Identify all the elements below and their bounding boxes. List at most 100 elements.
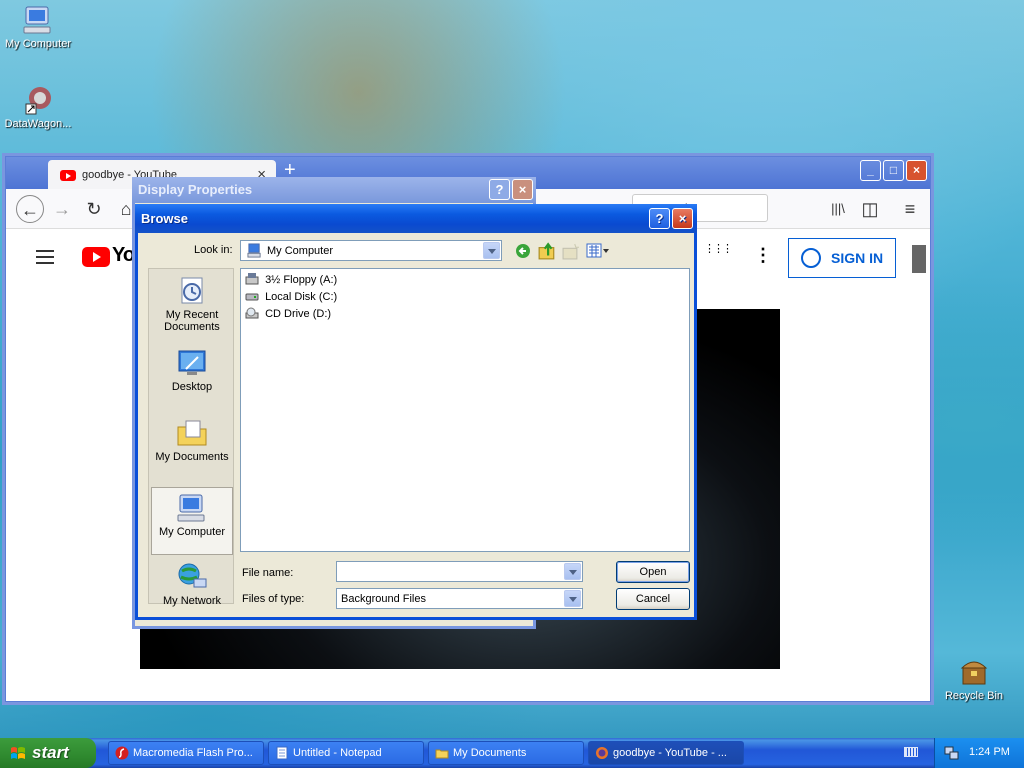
files-of-type-value: Background Files [341, 593, 426, 605]
desktop-icon-label: DataWagon... [4, 118, 72, 130]
my-computer-icon [177, 494, 205, 522]
place-label: My Documents [155, 451, 229, 463]
youtube-favicon-icon [60, 170, 76, 181]
places-bar: My Recent Documents Desktop My Documents [148, 268, 234, 607]
cancel-button[interactable]: Cancel [616, 588, 690, 610]
chevron-down-icon[interactable] [564, 590, 581, 607]
scrollbar-thumb[interactable] [912, 245, 926, 273]
look-in-label: Look in: [194, 244, 233, 256]
up-folder-icon[interactable] [538, 242, 556, 260]
keyboard-tray-icon[interactable] [904, 747, 918, 757]
place-my-network[interactable]: My Network [151, 561, 233, 607]
place-label: My Recent Documents [164, 309, 220, 333]
desktop-icon [178, 350, 206, 375]
notepad-icon [276, 746, 288, 760]
place-my-documents[interactable]: My Documents [151, 417, 233, 463]
back-arrow-icon[interactable] [515, 243, 531, 259]
file-item-label: Local Disk (C:) [265, 291, 338, 303]
file-name-label: File name: [242, 567, 294, 579]
my-network-icon [178, 563, 207, 588]
folder-icon [435, 749, 449, 759]
my-computer-icon [23, 6, 51, 34]
look-in-combo[interactable]: My Computer [240, 240, 502, 261]
new-folder-icon[interactable] [562, 243, 579, 260]
browse-dialog: Browse ? × Look in: My Computer My Recen… [135, 204, 697, 620]
task-label: Untitled - Notepad [293, 747, 382, 759]
start-label: start [32, 743, 69, 762]
my-documents-icon [177, 420, 207, 446]
place-label: My Computer [158, 526, 226, 538]
task-flash[interactable]: Macromedia Flash Pro... [108, 741, 264, 765]
browse-titlebar[interactable]: Browse ? × [135, 204, 697, 233]
library-icon[interactable]: |||\ [824, 195, 852, 223]
close-button[interactable]: × [512, 179, 533, 200]
place-recent-documents[interactable]: My Recent Documents [151, 275, 233, 333]
hamburger-menu-icon[interactable] [36, 250, 54, 264]
task-my-documents[interactable]: My Documents [428, 741, 584, 765]
task-firefox[interactable]: goodbye - YouTube - ... [588, 741, 744, 765]
list-item-floppy[interactable]: 3½ Floppy (A:) [245, 273, 337, 286]
task-notepad[interactable]: Untitled - Notepad [268, 741, 424, 765]
cd-drive-icon [245, 307, 259, 319]
close-button[interactable]: × [672, 208, 693, 229]
system-tray: 1:24 PM [934, 738, 1024, 768]
file-list[interactable]: 3½ Floppy (A:) Local Disk (C:) CD Drive … [240, 268, 690, 552]
views-menu-icon[interactable] [586, 243, 610, 259]
firefox-icon [596, 747, 608, 759]
hard-drive-icon [245, 293, 259, 301]
forward-button[interactable]: → [48, 195, 76, 223]
floppy-drive-icon [245, 273, 259, 285]
start-button[interactable]: start [0, 738, 96, 768]
help-button[interactable]: ? [489, 179, 510, 200]
dialog-title: Browse [141, 211, 188, 226]
file-item-label: CD Drive (D:) [265, 308, 332, 320]
sign-in-button[interactable]: SIGN IN [788, 238, 896, 278]
apps-grid-icon[interactable]: ⋮⋮⋮ [704, 244, 733, 255]
menu-icon[interactable]: ≡ [896, 195, 924, 223]
minimize-button[interactable]: _ [860, 160, 881, 181]
maximize-button[interactable]: □ [883, 160, 904, 181]
place-desktop[interactable]: Desktop [151, 347, 233, 393]
help-button[interactable]: ? [649, 208, 670, 229]
desktop-icon-recycle-bin[interactable]: Recycle Bin [936, 656, 1012, 702]
clock[interactable]: 1:24 PM [969, 746, 1010, 758]
back-button[interactable]: ← [16, 195, 44, 223]
sidebar-icon[interactable]: ◫ [856, 195, 884, 223]
datawagon-shortcut-icon [25, 87, 51, 115]
desktop-icon-label: My Computer [4, 38, 72, 50]
desktop-icon-my-computer[interactable]: My Computer [0, 4, 76, 50]
look-in-value: My Computer [267, 245, 334, 257]
list-item-cd-drive[interactable]: CD Drive (D:) [245, 307, 331, 320]
reload-button[interactable]: ↻ [80, 195, 108, 223]
network-tray-icon[interactable] [943, 745, 959, 761]
place-label: Desktop [171, 381, 213, 393]
account-icon [801, 248, 821, 268]
chevron-down-icon[interactable] [564, 563, 581, 580]
open-button[interactable]: Open [616, 561, 690, 583]
task-label: goodbye - YouTube - ... [613, 747, 727, 759]
list-item-local-disk[interactable]: Local Disk (C:) [245, 290, 337, 303]
windows-flag-icon [11, 747, 25, 759]
window-title: Display Properties [138, 182, 253, 197]
place-my-computer[interactable]: My Computer [151, 487, 233, 555]
task-label: Macromedia Flash Pro... [133, 747, 253, 759]
close-button[interactable]: × [906, 160, 927, 181]
recent-documents-icon [181, 277, 203, 304]
files-of-type-select[interactable]: Background Files [336, 588, 583, 609]
youtube-logo-icon[interactable] [82, 247, 110, 267]
recycle-bin-icon [960, 661, 988, 685]
more-options-icon[interactable]: ⋮ [754, 245, 772, 266]
chevron-down-icon[interactable] [483, 242, 500, 259]
flash-icon [115, 746, 129, 760]
display-properties-titlebar[interactable]: Display Properties ? × [132, 177, 536, 203]
file-item-label: 3½ Floppy (A:) [265, 274, 338, 286]
files-of-type-label: Files of type: [242, 593, 305, 605]
my-computer-small-icon [247, 243, 261, 258]
desktop-icon-label: Recycle Bin [944, 690, 1004, 702]
taskbar: start Macromedia Flash Pro... Untitled -… [0, 738, 1024, 768]
task-label: My Documents [453, 747, 527, 759]
file-name-input[interactable] [336, 561, 583, 582]
desktop-icon-datawagon[interactable]: DataWagon... [0, 84, 76, 130]
youtube-logo-text: Yo [112, 244, 135, 266]
place-label: My Network [162, 595, 222, 607]
